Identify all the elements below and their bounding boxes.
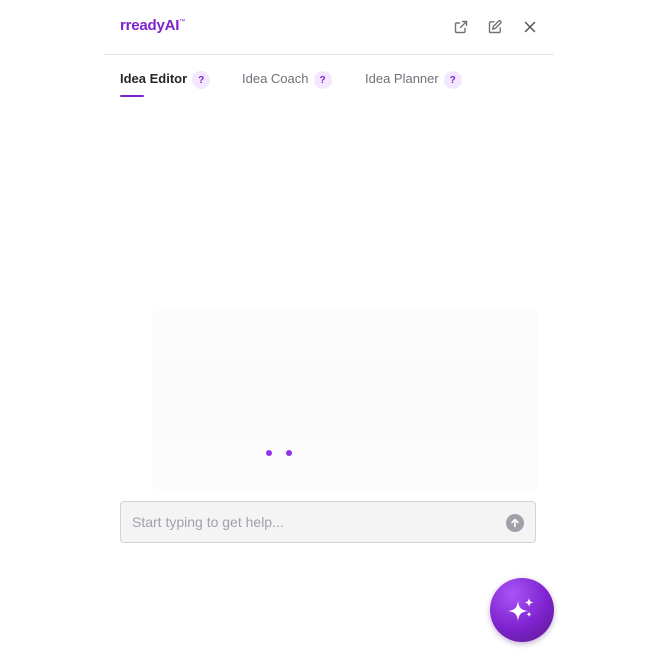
edit-icon[interactable] xyxy=(485,17,505,37)
chat-input[interactable] xyxy=(121,502,491,542)
help-icon[interactable]: ? xyxy=(443,71,462,89)
loading-placeholder xyxy=(152,310,538,490)
chat-input-box xyxy=(120,501,536,543)
tab-idea-planner[interactable]: Idea Planner ? xyxy=(365,68,462,98)
sparkles-icon xyxy=(508,598,534,621)
loading-dot xyxy=(286,450,292,456)
brand-logo-text: rreadyAI xyxy=(120,17,180,34)
assistant-panel: rreadyAI™ Idea Editor ? Idea Coach ? Ide… xyxy=(104,0,554,560)
brand-logo-mark: ™ xyxy=(179,19,186,25)
tab-label: Idea Planner xyxy=(365,71,439,86)
panel-header: rreadyAI™ xyxy=(104,0,554,55)
tab-label: Idea Editor xyxy=(120,71,188,86)
arrow-up-icon xyxy=(511,518,519,528)
tab-idea-editor[interactable]: Idea Editor ? xyxy=(120,68,211,98)
close-icon[interactable] xyxy=(520,17,540,37)
external-link-icon[interactable] xyxy=(451,17,471,37)
brand-logo: rreadyAI™ xyxy=(120,17,185,34)
tab-idea-coach[interactable]: Idea Coach ? xyxy=(242,68,332,98)
tab-label: Idea Coach xyxy=(242,71,309,86)
loading-dot xyxy=(266,450,272,456)
help-icon[interactable]: ? xyxy=(192,71,211,89)
active-tab-indicator xyxy=(120,95,144,97)
loading-indicator xyxy=(266,450,296,458)
ai-assistant-button[interactable] xyxy=(490,578,554,642)
send-button[interactable] xyxy=(506,514,524,532)
help-icon[interactable]: ? xyxy=(313,71,332,89)
